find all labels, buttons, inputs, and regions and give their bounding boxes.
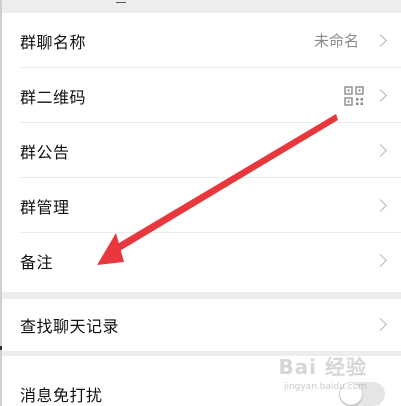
qr-code-icon bbox=[344, 85, 364, 106]
group-name-value: 未命名 bbox=[313, 32, 359, 50]
announcement-row[interactable]: 群公告 bbox=[2, 123, 401, 178]
watermark-logo: Bai 经验 bbox=[278, 355, 367, 379]
mute-label: 消息免打扰 bbox=[20, 386, 103, 405]
clipped-glyph bbox=[116, 0, 126, 3]
chevron-right-icon bbox=[374, 198, 387, 212]
remark-row[interactable]: 备注 bbox=[2, 233, 401, 288]
chevron-right-icon bbox=[374, 318, 387, 331]
search-section: 查找聊天记录 bbox=[2, 299, 401, 351]
manage-row[interactable]: 群管理 bbox=[2, 178, 401, 233]
search-history-label: 查找聊天记录 bbox=[20, 317, 120, 336]
chevron-right-icon bbox=[374, 143, 387, 157]
chevron-right-icon bbox=[374, 33, 387, 47]
group-qr-row[interactable]: 群二维码 bbox=[2, 68, 401, 123]
chevron-right-icon bbox=[374, 88, 387, 102]
group-name-label: 群聊名称 bbox=[20, 32, 87, 52]
chevron-right-icon bbox=[374, 253, 387, 267]
watermark-url: jingyan.baidu.com bbox=[283, 382, 367, 392]
manage-label: 群管理 bbox=[20, 197, 70, 217]
group-info-section: 群聊名称 未命名 群二维码 群公告 群管理 备注 bbox=[2, 13, 401, 292]
remark-label: 备注 bbox=[20, 252, 54, 272]
group-name-row[interactable]: 群聊名称 未命名 bbox=[2, 13, 401, 68]
group-qr-label: 群二维码 bbox=[20, 87, 87, 107]
announcement-label: 群公告 bbox=[20, 142, 70, 162]
search-history-row[interactable]: 查找聊天记录 bbox=[2, 299, 401, 351]
previous-section-edge bbox=[0, 0, 401, 13]
